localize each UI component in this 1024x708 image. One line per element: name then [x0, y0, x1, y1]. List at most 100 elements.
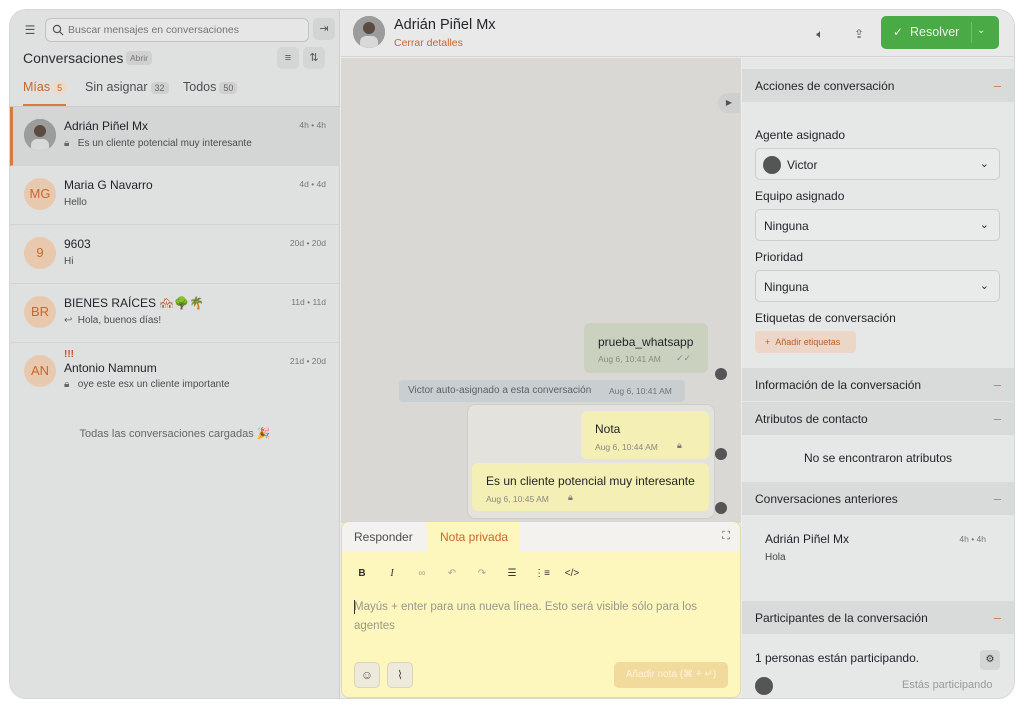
bold-icon[interactable]: B: [354, 566, 370, 582]
section-title: Información de la conversación: [755, 378, 922, 392]
avatar: MG: [24, 178, 56, 210]
tab-reply[interactable]: Responder: [342, 522, 425, 552]
resolve-label: Resolver: [910, 25, 960, 39]
tab-all[interactable]: Todos 50: [183, 80, 238, 106]
code-icon[interactable]: </>: [564, 566, 580, 582]
conversation-info-header[interactable]: Información de la conversación –: [742, 368, 1014, 401]
conversation-item[interactable]: AN !!! Antonio Namnum 21d • 20d 🔒︎ oye e…: [10, 343, 340, 402]
share-icon[interactable]: ⇪: [850, 25, 868, 43]
gear-icon[interactable]: ⚙: [980, 650, 1000, 670]
close-details-link[interactable]: Cerrar detalles: [394, 37, 463, 49]
collapse-icon[interactable]: –: [994, 411, 1001, 426]
tab-unassigned[interactable]: Sin asignar 32: [85, 80, 169, 106]
message-text: prueba_whatsapp: [598, 335, 694, 349]
conversation-preview: Hello: [64, 197, 87, 208]
italic-icon[interactable]: I: [384, 566, 400, 582]
undo-icon[interactable]: ↶: [444, 566, 460, 582]
sort-button[interactable]: ⇅: [303, 47, 325, 69]
previous-conversations-header[interactable]: Conversaciones anteriores –: [742, 482, 1014, 515]
mute-icon[interactable]: 🔈︎: [811, 25, 829, 43]
previous-conversation-name: Adrián Piñel Mx: [765, 532, 850, 546]
conversation-item[interactable]: BR BIENES RAÍCES 🏘️🌳🌴 11d • 11d ↩ Hola, …: [10, 284, 340, 343]
link-icon[interactable]: ∞: [414, 566, 430, 582]
details-panel: Acciones de conversación – Agente asigna…: [742, 58, 1014, 698]
outgoing-message: prueba_whatsapp Aug 6, 10:41 AM ✓✓: [584, 323, 708, 373]
section-title: Conversaciones anteriores: [755, 492, 898, 506]
conversation-time: 4h • 4h: [299, 120, 326, 130]
add-labels-button[interactable]: + Añadir etiquetas: [755, 331, 856, 353]
conversation-header: Adrián Piñel Mx Cerrar detalles 🔈︎ ⇪ ✓ R…: [341, 10, 1014, 57]
note-text: Nota: [595, 422, 621, 436]
agent-value: Victor: [787, 158, 818, 172]
previous-conversation-card[interactable]: Adrián Piñel Mx 4h • 4h Hola: [755, 516, 1000, 574]
numbered-list-icon[interactable]: ⋮≡: [534, 566, 550, 582]
tab-mine[interactable]: Mías 5: [23, 80, 67, 106]
add-note-button[interactable]: Añadir nota (⌘ + ↵): [614, 662, 728, 688]
conversation-time: 11d • 11d: [291, 297, 326, 307]
note-input[interactable]: [354, 598, 726, 640]
toggle-panel-button[interactable]: ▶: [718, 93, 740, 113]
previous-conversation-message: Hola: [765, 552, 786, 563]
button-divider: [971, 22, 972, 43]
conversation-tabs: Mías 5 Sin asignar 32 Todos 50: [23, 80, 333, 106]
filter-button[interactable]: ≡: [277, 47, 299, 69]
attachment-icon[interactable]: ⌇: [387, 662, 413, 688]
conversation-preview: 🔒︎ oye este esx un cliente importante: [64, 379, 230, 390]
lock-icon: 🔒︎: [64, 138, 70, 149]
check-icon: ✓: [893, 25, 904, 39]
collapse-icon[interactable]: –: [994, 491, 1001, 506]
agent-select[interactable]: Victor ⌄: [755, 148, 1000, 180]
hamburger-menu-icon[interactable]: ☰: [22, 22, 38, 38]
expand-icon[interactable]: ⛶: [722, 530, 730, 543]
agent-label: Agente asignado: [755, 128, 846, 142]
chevron-down-icon: ⌄: [979, 280, 989, 292]
contact-attributes-header[interactable]: Atributos de contacto –: [742, 402, 1014, 435]
bullet-list-icon[interactable]: ☰: [504, 566, 520, 582]
reply-icon: ↩: [64, 315, 73, 326]
resolve-button[interactable]: ✓ Resolver ⌄: [881, 16, 999, 49]
conversation-item[interactable]: Adrián Piñel Mx 4h • 4h 🔒︎ Es un cliente…: [10, 107, 340, 166]
message-meta: Aug 6, 10:41 AM: [598, 354, 661, 364]
contact-name: Adrián Piñel Mx: [394, 17, 496, 33]
participants-header[interactable]: Participantes de la conversación –: [742, 601, 1014, 634]
team-value: Ninguna: [764, 219, 809, 233]
search-box[interactable]: [45, 18, 309, 42]
conversation-actions-header[interactable]: Acciones de conversación –: [742, 69, 1014, 102]
lock-icon: 🔒︎: [677, 440, 682, 450]
search-input[interactable]: [68, 22, 303, 38]
private-notes-group: Nota Aug 6, 10:44 AM 🔒︎ Es un cliente po…: [467, 404, 715, 519]
note-text: Es un cliente potencial muy interesante: [486, 474, 695, 488]
status-filter-pill[interactable]: Abrir: [126, 51, 152, 65]
conversation-name: 9603: [64, 237, 91, 251]
emoji-icon[interactable]: ☺: [354, 662, 380, 688]
sender-avatar: [715, 368, 727, 380]
participating-status[interactable]: Estás participando: [902, 679, 993, 691]
collapse-icon[interactable]: –: [994, 78, 1001, 93]
conversation-preview: ↩ Hola, buenos días!: [64, 315, 162, 326]
avatar: BR: [24, 296, 56, 328]
tab-private-note[interactable]: Nota privada: [428, 522, 521, 552]
redo-icon[interactable]: ↷: [474, 566, 490, 582]
conversation-item[interactable]: MG Maria G Navarro 4d • 4d Hello: [10, 166, 340, 225]
team-select[interactable]: Ninguna ⌄: [755, 209, 1000, 241]
conversation-item[interactable]: 9 9603 20d • 20d Hi: [10, 225, 340, 284]
avatar: [763, 156, 781, 174]
priority-select[interactable]: Ninguna ⌄: [755, 270, 1000, 302]
avatar: [24, 119, 56, 151]
collapse-icon[interactable]: –: [994, 377, 1001, 392]
section-title: Participantes de la conversación: [755, 611, 928, 625]
collapse-sidebar-button[interactable]: ⇥: [313, 18, 335, 40]
private-note: Es un cliente potencial muy interesante …: [472, 463, 709, 511]
collapse-icon[interactable]: –: [994, 610, 1001, 625]
no-attributes-message: No se encontraron atributos: [803, 451, 953, 465]
activity-time: Aug 6, 10:41 AM: [609, 386, 672, 396]
chevron-down-icon[interactable]: ⌄: [977, 25, 985, 36]
conversation-name: Adrián Piñel Mx: [64, 119, 149, 133]
message-area: ▶ prueba_whatsapp Aug 6, 10:41 AM ✓✓ Vic…: [341, 58, 741, 523]
tab-count: 32: [150, 82, 169, 94]
conversation-name: Maria G Navarro: [64, 178, 153, 192]
editor-tabs: Responder Nota privada ⛶: [342, 522, 740, 552]
conversation-name: Antonio Namnum: [64, 361, 157, 375]
avatar: [353, 16, 385, 48]
sender-avatar: [715, 448, 727, 460]
